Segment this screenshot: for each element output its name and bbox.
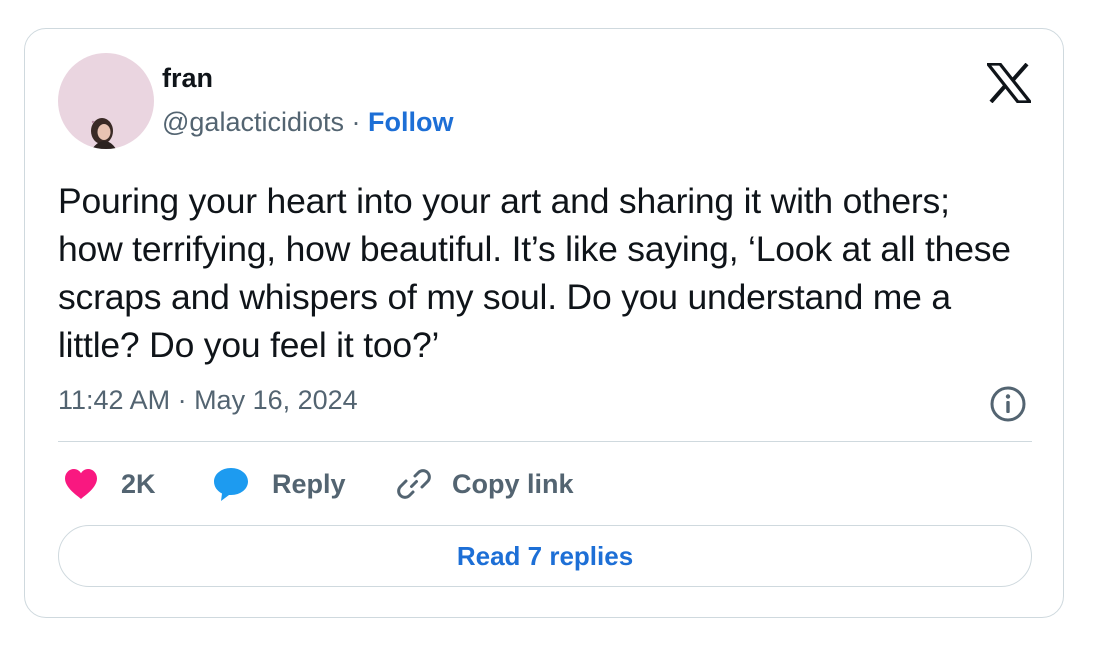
handle-row: @galacticidiots · Follow: [162, 107, 454, 138]
avatar[interactable]: [58, 53, 154, 149]
read-replies-button[interactable]: Read 7 replies: [58, 525, 1032, 587]
copy-link-button[interactable]: Copy link: [396, 466, 574, 502]
follow-link[interactable]: Follow: [368, 107, 453, 137]
user-handle[interactable]: @galacticidiots: [162, 107, 344, 137]
tweet-card: fran @galacticidiots · Follow Pouring yo…: [24, 28, 1064, 618]
separator-dot: ·: [351, 107, 369, 137]
like-button[interactable]: 2K: [63, 466, 156, 502]
tweet-timestamp[interactable]: 11:42 AM · May 16, 2024: [58, 385, 358, 416]
heart-icon: [65, 469, 97, 499]
tweet-text: Pouring your heart into your art and sha…: [58, 181, 1011, 365]
divider: [58, 441, 1032, 442]
x-logo-icon[interactable]: [984, 62, 1034, 104]
like-count: 2K: [121, 468, 156, 499]
copy-link-label: Copy link: [452, 468, 574, 499]
avatar-portrait-icon: [91, 118, 116, 149]
reply-label: Reply: [272, 468, 346, 499]
display-name[interactable]: fran: [162, 63, 213, 94]
speech-bubble-icon: [214, 468, 248, 501]
link-icon: [397, 469, 431, 499]
info-icon[interactable]: [989, 385, 1027, 423]
reply-button[interactable]: Reply: [212, 466, 346, 502]
